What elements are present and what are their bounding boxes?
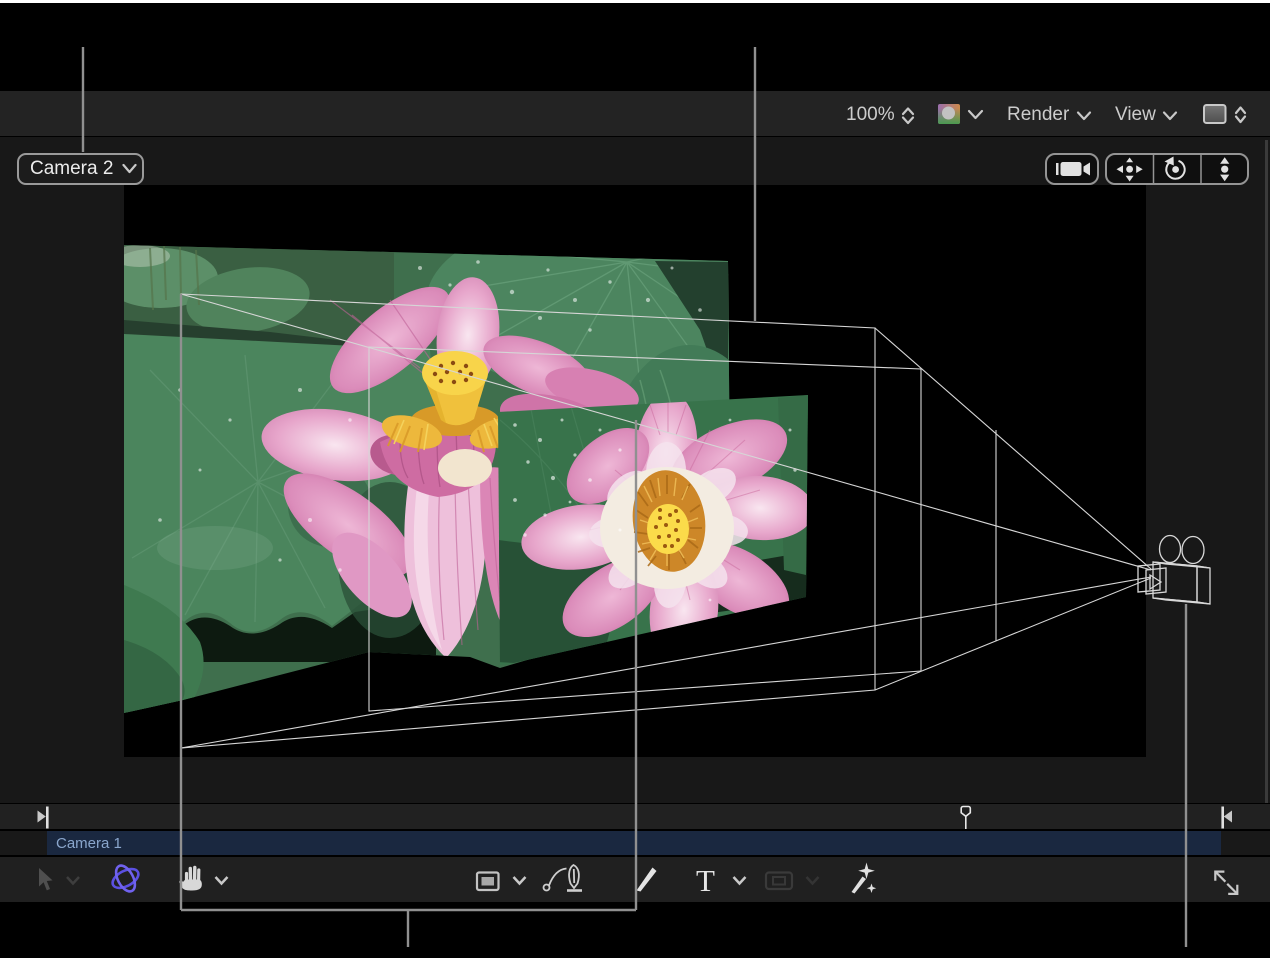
svg-text:T: T	[696, 863, 715, 898]
